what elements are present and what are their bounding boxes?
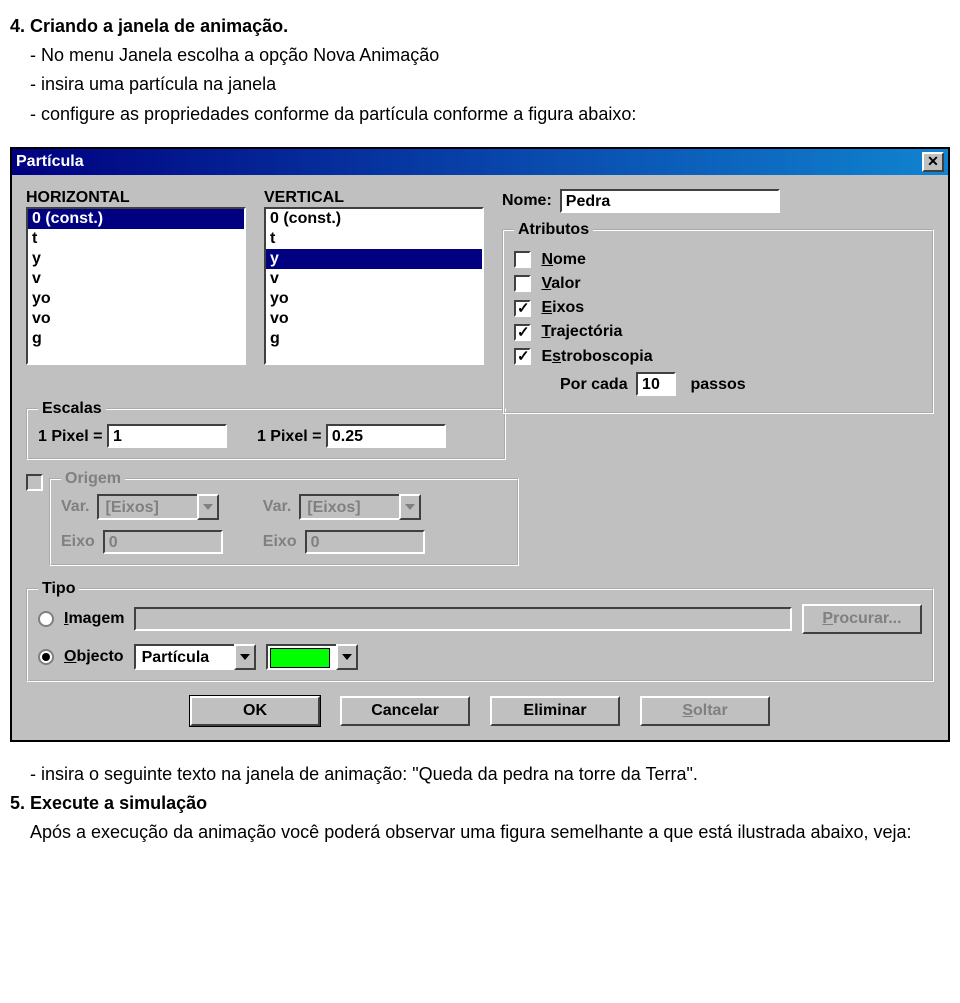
list-item[interactable]: yo xyxy=(28,289,244,309)
list-item[interactable]: t xyxy=(28,229,244,249)
step4-line1: - No menu Janela escolha a opção Nova An… xyxy=(30,43,950,68)
passos-label: passos xyxy=(691,376,746,393)
origem-eixo-v-input[interactable]: 0 xyxy=(305,530,425,554)
origem-enable-checkbox[interactable] xyxy=(26,474,43,491)
origem-eixo-h-label: Eixo xyxy=(61,533,95,551)
dialog-button-row: OK Cancelar Eliminar Soltar xyxy=(26,696,934,726)
list-item[interactable]: v xyxy=(28,269,244,289)
step5-title: 5. Execute a simulação xyxy=(10,791,950,816)
escala-h-prefix: 1 Pixel = xyxy=(38,428,103,445)
chevron-down-icon xyxy=(234,644,256,670)
list-item[interactable]: g xyxy=(28,329,244,349)
valor-checkbox-label: Valor xyxy=(541,275,580,292)
imagem-radio-label: Imagem xyxy=(64,610,124,628)
origem-var-h-label: Var. xyxy=(61,498,89,516)
estroboscopia-checkbox-label: Estroboscopia xyxy=(541,348,652,365)
origem-eixo-h-input[interactable]: 0 xyxy=(103,530,223,554)
list-item[interactable]: v xyxy=(266,269,482,289)
escala-v-input[interactable]: 0.25 xyxy=(326,424,446,448)
origem-legend: Origem xyxy=(61,470,125,488)
horizontal-listbox[interactable]: 0 (const.) t y v yo vo g xyxy=(26,207,246,365)
cancelar-button[interactable]: Cancelar xyxy=(340,696,470,726)
nome-label: Nome: xyxy=(502,192,552,210)
soltar-rest: oltar xyxy=(693,702,728,719)
imagem-radio[interactable] xyxy=(38,611,54,627)
imagem-path-input[interactable] xyxy=(134,607,792,631)
vertical-listbox[interactable]: 0 (const.) t y v yo vo g xyxy=(264,207,484,365)
dialog-title: Partícula xyxy=(16,153,84,171)
tipo-legend: Tipo xyxy=(38,580,79,598)
list-item[interactable]: vo xyxy=(28,309,244,329)
nome-input[interactable]: Pedra xyxy=(560,189,780,213)
chevron-down-icon xyxy=(399,494,421,520)
step4-line2: - insira uma partícula na janela xyxy=(30,72,950,97)
post-line: - insira o seguinte texto na janela de a… xyxy=(30,762,950,787)
list-item[interactable]: g xyxy=(266,329,482,349)
list-item[interactable]: t xyxy=(266,229,482,249)
origem-eixo-v-label: Eixo xyxy=(263,533,297,551)
list-item[interactable]: yo xyxy=(266,289,482,309)
origem-var-v-dropdown[interactable]: [Eixos] xyxy=(299,494,421,520)
list-item[interactable]: 0 (const.) xyxy=(28,209,244,229)
passos-input[interactable]: 10 xyxy=(636,372,676,396)
close-button[interactable]: ✕ xyxy=(922,152,944,172)
procurar-button[interactable]: Procurar... xyxy=(802,604,922,634)
objecto-radio[interactable] xyxy=(38,649,54,665)
list-item[interactable]: vo xyxy=(266,309,482,329)
atributos-legend: Atributos xyxy=(514,221,593,239)
list-item[interactable]: y xyxy=(266,249,482,269)
por-cada-label: Por cada xyxy=(560,376,628,393)
list-item[interactable]: 0 (const.) xyxy=(266,209,482,229)
estroboscopia-checkbox[interactable] xyxy=(514,348,531,365)
escala-h-input[interactable]: 1 xyxy=(107,424,227,448)
eliminar-button[interactable]: Eliminar xyxy=(490,696,620,726)
chevron-down-icon xyxy=(336,644,358,670)
origem-var-h-dropdown[interactable]: [Eixos] xyxy=(97,494,219,520)
ok-button[interactable]: OK xyxy=(190,696,320,726)
trajectoria-checkbox[interactable] xyxy=(514,324,531,341)
tipo-group: Tipo Imagem Procurar... Objecto Partícul… xyxy=(26,580,934,682)
escalas-legend: Escalas xyxy=(38,400,106,418)
step4-line3: - configure as propriedades conforme da … xyxy=(30,102,950,127)
trajectoria-checkbox-label: Trajectória xyxy=(541,323,622,340)
eixos-checkbox[interactable] xyxy=(514,300,531,317)
step4-title: 4. Criando a janela de animação. xyxy=(10,14,950,39)
eixos-checkbox-label: Eixos xyxy=(541,299,584,316)
particula-dialog: Partícula ✕ HORIZONTAL 0 (const.) t y v … xyxy=(10,147,950,742)
color-swatch xyxy=(270,648,330,668)
objecto-dropdown[interactable]: Partícula xyxy=(134,644,256,670)
list-item[interactable]: y xyxy=(28,249,244,269)
horizontal-label: HORIZONTAL xyxy=(26,189,246,207)
titlebar: Partícula ✕ xyxy=(12,149,948,175)
close-icon: ✕ xyxy=(927,153,939,170)
origem-group: Origem Var. [Eixos] Eixo 0 xyxy=(49,470,519,566)
chevron-down-icon xyxy=(197,494,219,520)
color-dropdown[interactable] xyxy=(266,644,358,670)
atributos-group: Atributos Nome Valor Eixos xyxy=(502,221,934,414)
origem-var-v-label: Var. xyxy=(263,498,291,516)
escala-v-prefix: 1 Pixel = xyxy=(257,428,322,445)
valor-checkbox[interactable] xyxy=(514,275,531,292)
objecto-radio-label: Objecto xyxy=(64,648,124,666)
soltar-button[interactable]: Soltar xyxy=(640,696,770,726)
step5-para: Após a execução da animação você poderá … xyxy=(30,820,950,845)
nome-checkbox-label: Nome xyxy=(541,251,585,268)
escalas-group: Escalas 1 Pixel = 1 1 Pixel = 0.25 xyxy=(26,400,506,460)
vertical-label: VERTICAL xyxy=(264,189,484,207)
nome-checkbox[interactable] xyxy=(514,251,531,268)
